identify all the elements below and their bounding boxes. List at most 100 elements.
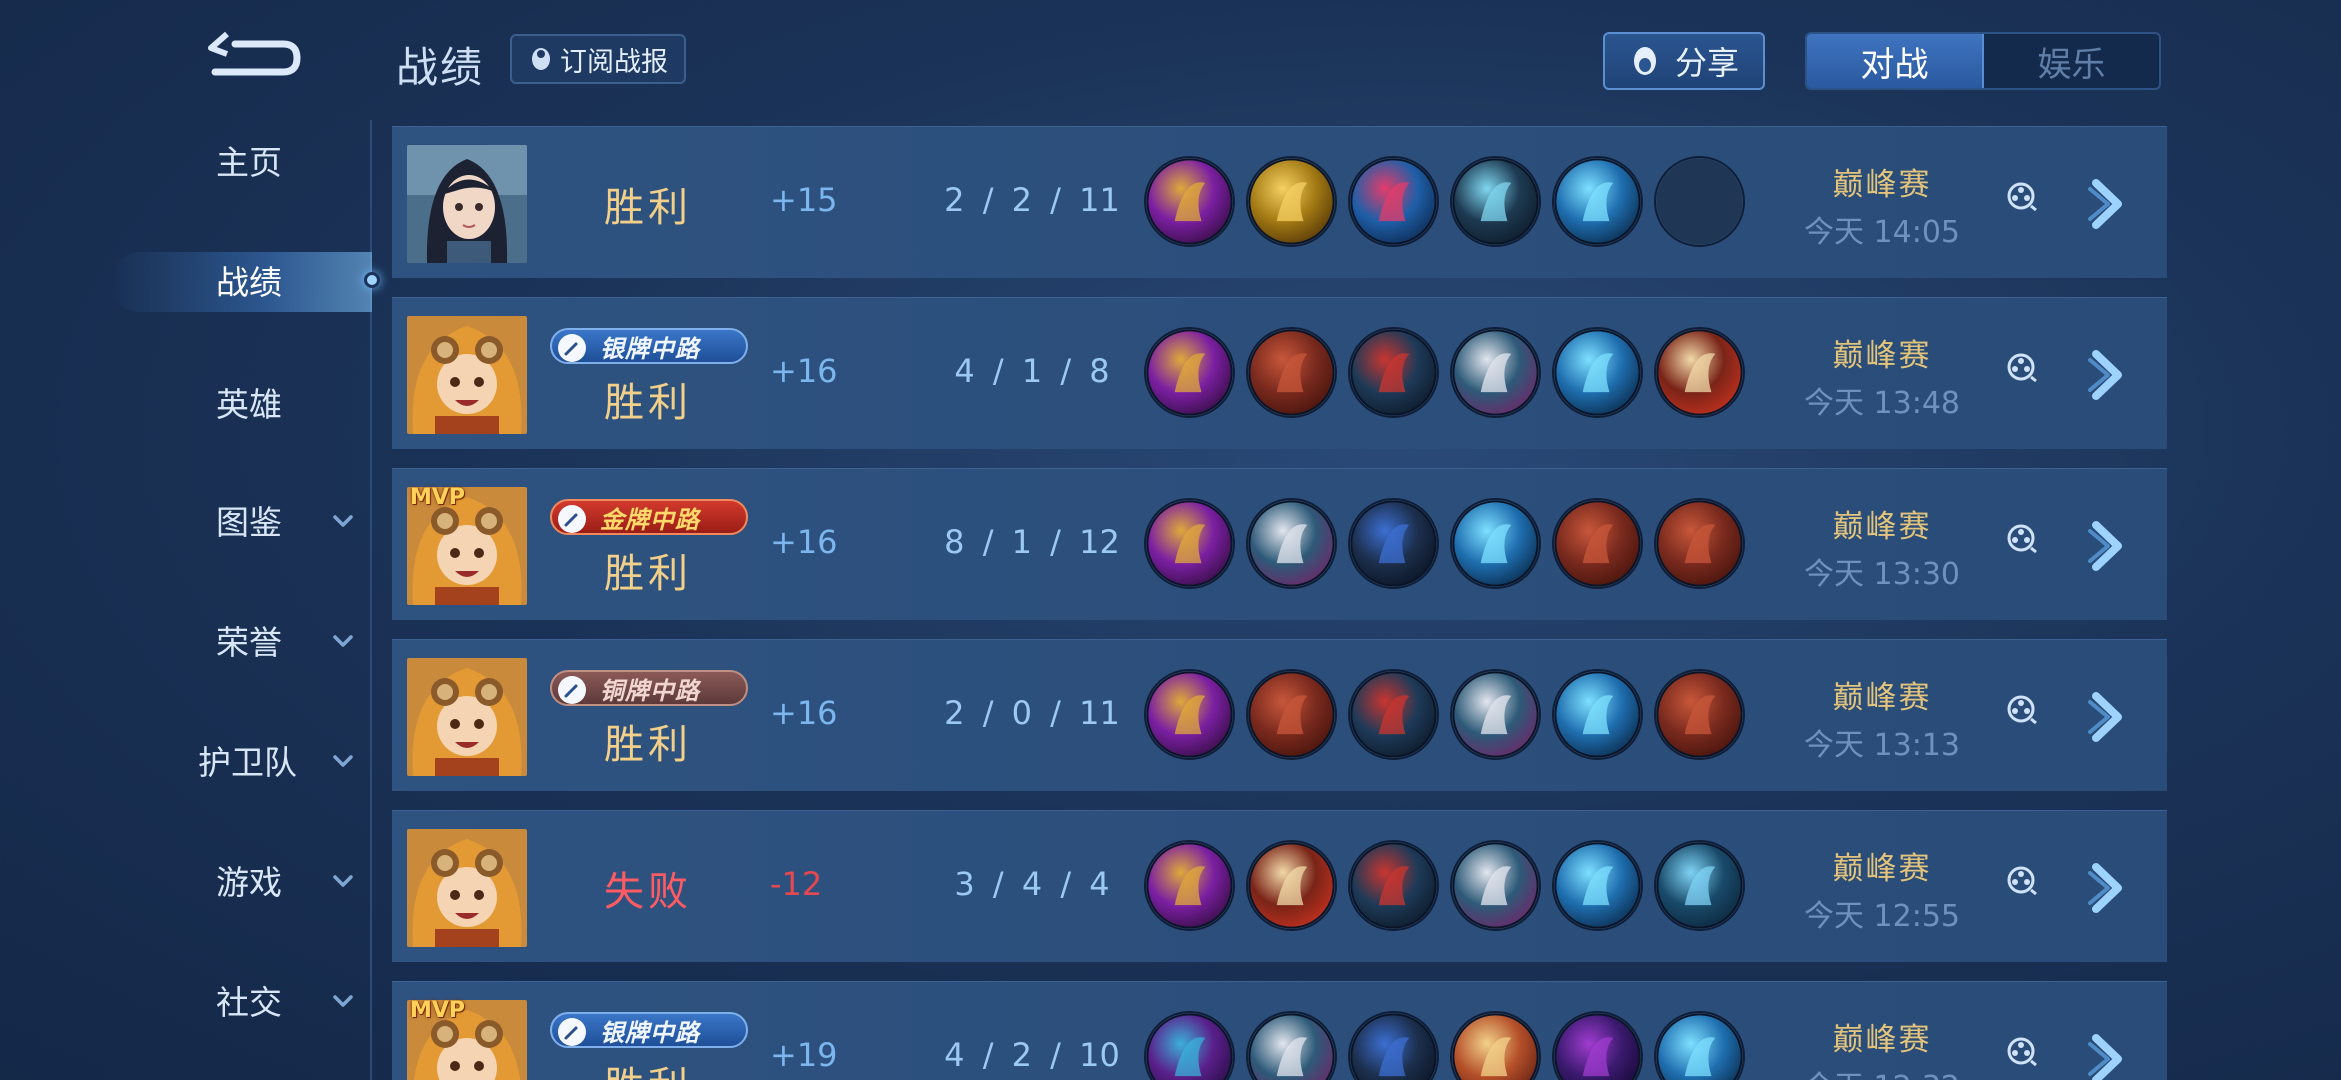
skull-mask-icon	[1450, 669, 1541, 760]
sidebar: 主页战绩英雄图鉴荣誉护卫队游戏社交	[0, 120, 380, 1080]
match-row[interactable]: MVP 银牌中路胜利 +19 4 / 2 / 10 巅峰赛今天 12:32	[392, 981, 2167, 1080]
blue-crystal-icon	[1654, 840, 1745, 931]
scroll-icon	[1246, 840, 1337, 931]
chevron-right-icon[interactable]	[2082, 859, 2132, 917]
match-row[interactable]: 胜利 +15 2 / 2 / 11 巅峰赛 今天 14:05	[392, 126, 2167, 278]
tab-battle[interactable]: 对战	[1807, 34, 1984, 88]
position-badge: 银牌中路	[550, 1012, 748, 1048]
chevron-right-icon[interactable]	[2082, 346, 2132, 404]
sidebar-item-label: 战绩	[216, 263, 282, 302]
sidebar-item-label: 护卫队	[198, 743, 297, 782]
badge-label: 金牌中路	[600, 505, 700, 534]
red-tome-icon	[1654, 498, 1745, 589]
red-tome-icon	[1654, 669, 1745, 760]
hero-avatar	[407, 829, 527, 947]
badge-label: 银牌中路	[600, 1018, 700, 1047]
replay-icon[interactable]	[2004, 350, 2038, 384]
score-change: +16	[770, 352, 838, 390]
match-row[interactable]: 铜牌中路 胜利 +16 2 / 0 / 11 巅峰赛 今天 13:13	[392, 639, 2167, 791]
penguin-icon	[1633, 47, 1656, 75]
skull-mask-icon	[1450, 840, 1541, 931]
skull-mask-icon	[1450, 327, 1541, 418]
crescent-blade-icon	[1450, 156, 1541, 247]
match-result: 失败	[604, 869, 692, 915]
replay-icon[interactable]	[2004, 863, 2038, 897]
equipment-list	[1144, 840, 1745, 931]
red-tome-icon	[1552, 498, 1643, 589]
position-badge: 金牌中路	[550, 499, 748, 535]
sidebar-item-0[interactable]: 主页	[0, 120, 372, 200]
sidebar-item-4[interactable]: 荣誉	[0, 600, 372, 680]
match-result: 胜利	[604, 722, 692, 768]
subscribe-label: 订阅战报	[560, 46, 668, 78]
sidebar-item-label: 英雄	[216, 385, 282, 424]
penguin-icon	[532, 48, 550, 70]
game-mode: 巅峰赛	[1832, 167, 1932, 203]
spirit-wing-icon	[1552, 669, 1643, 760]
mvp-label: MVP	[410, 485, 466, 510]
match-row[interactable]: 银牌中路 胜利 +16 4 / 1 / 8 巅峰赛 今天 13:48	[392, 297, 2167, 449]
replay-icon[interactable]	[2004, 521, 2038, 555]
ruby-orb-icon	[1348, 156, 1439, 247]
match-row[interactable]: MVP 金牌中路 胜利 +16 8 / 1 / 12 巅峰赛 今天 13:30	[392, 468, 2167, 620]
match-time: 今天 12:32	[1802, 1062, 1962, 1080]
equipment-list	[1144, 498, 1745, 589]
badge-label: 铜牌中路	[600, 676, 700, 705]
match-time: 今天 13:30	[1804, 557, 1960, 592]
replay-icon[interactable]	[2004, 1034, 2038, 1068]
red-boots-icon	[1348, 327, 1439, 418]
replay-icon[interactable]	[2004, 179, 2038, 213]
chevron-down-icon	[332, 870, 354, 892]
kda-stats: 2 / 2 / 11	[944, 181, 1120, 219]
kda-stats: 4 / 2 / 10	[944, 1036, 1120, 1074]
replay-icon[interactable]	[2004, 692, 2038, 726]
chevron-down-icon	[332, 630, 354, 652]
game-mode: 巅峰赛	[1832, 680, 1932, 716]
tab-entertainment[interactable]: 娱乐	[1984, 34, 2159, 88]
match-time: 今天 12:55	[1804, 899, 1960, 934]
spirit-wing-icon	[1552, 327, 1643, 418]
chevron-right-icon[interactable]	[2082, 1030, 2132, 1080]
scroll-icon	[1654, 327, 1745, 418]
score-change: -12	[770, 865, 823, 903]
kda-stats: 2 / 0 / 11	[944, 694, 1120, 732]
skull-mask-icon	[1246, 498, 1337, 589]
game-mode: 巅峰赛	[1832, 509, 1932, 545]
sidebar-item-5[interactable]: 护卫队	[0, 720, 372, 800]
red-tome-icon	[1246, 669, 1337, 760]
serpent-staff-icon	[1144, 327, 1235, 418]
back-button[interactable]	[205, 30, 305, 88]
spirit-wing-icon	[1654, 1011, 1745, 1080]
sidebar-item-3[interactable]: 图鉴	[0, 480, 372, 560]
badge-label: 银牌中路	[600, 334, 700, 363]
serpent-staff-icon	[1144, 156, 1235, 247]
skull-mask-icon	[1246, 1011, 1337, 1080]
position-badge: 铜牌中路	[550, 670, 748, 706]
match-time: 今天 13:48	[1804, 386, 1960, 421]
red-boots-icon	[1348, 840, 1439, 931]
match-row[interactable]: 失败 -12 3 / 4 / 4 巅峰赛今天 12:55	[392, 810, 2167, 962]
game-mode: 巅峰赛	[1832, 338, 1932, 374]
kda-stats: 4 / 1 / 8	[954, 352, 1110, 390]
equipment-list	[1144, 327, 1745, 418]
share-button[interactable]: 分享	[1603, 32, 1765, 90]
golden-helm-icon	[1450, 1011, 1541, 1080]
sidebar-item-6[interactable]: 游戏	[0, 840, 372, 920]
chevron-right-icon[interactable]	[2082, 517, 2132, 575]
serpent-staff-icon	[1144, 498, 1235, 589]
chevron-right-icon[interactable]	[2082, 688, 2132, 746]
blue-boots-icon	[1348, 498, 1439, 589]
chevron-right-icon[interactable]	[2082, 175, 2132, 233]
chevron-down-icon	[332, 990, 354, 1012]
sidebar-item-1[interactable]: 战绩	[0, 240, 380, 320]
kda-stats: 3 / 4 / 4	[954, 865, 1110, 903]
game-mode: 巅峰赛	[1832, 851, 1932, 887]
position-badge: 银牌中路	[550, 328, 748, 364]
match-time: 今天 13:13	[1804, 728, 1960, 763]
chevron-down-icon	[332, 510, 354, 532]
subscribe-report-button[interactable]: 订阅战报	[510, 34, 686, 84]
score-change: +19	[770, 1036, 838, 1074]
page-title: 战绩	[396, 43, 485, 92]
sidebar-item-2[interactable]: 英雄	[0, 362, 372, 442]
sidebar-item-7[interactable]: 社交	[0, 960, 372, 1040]
